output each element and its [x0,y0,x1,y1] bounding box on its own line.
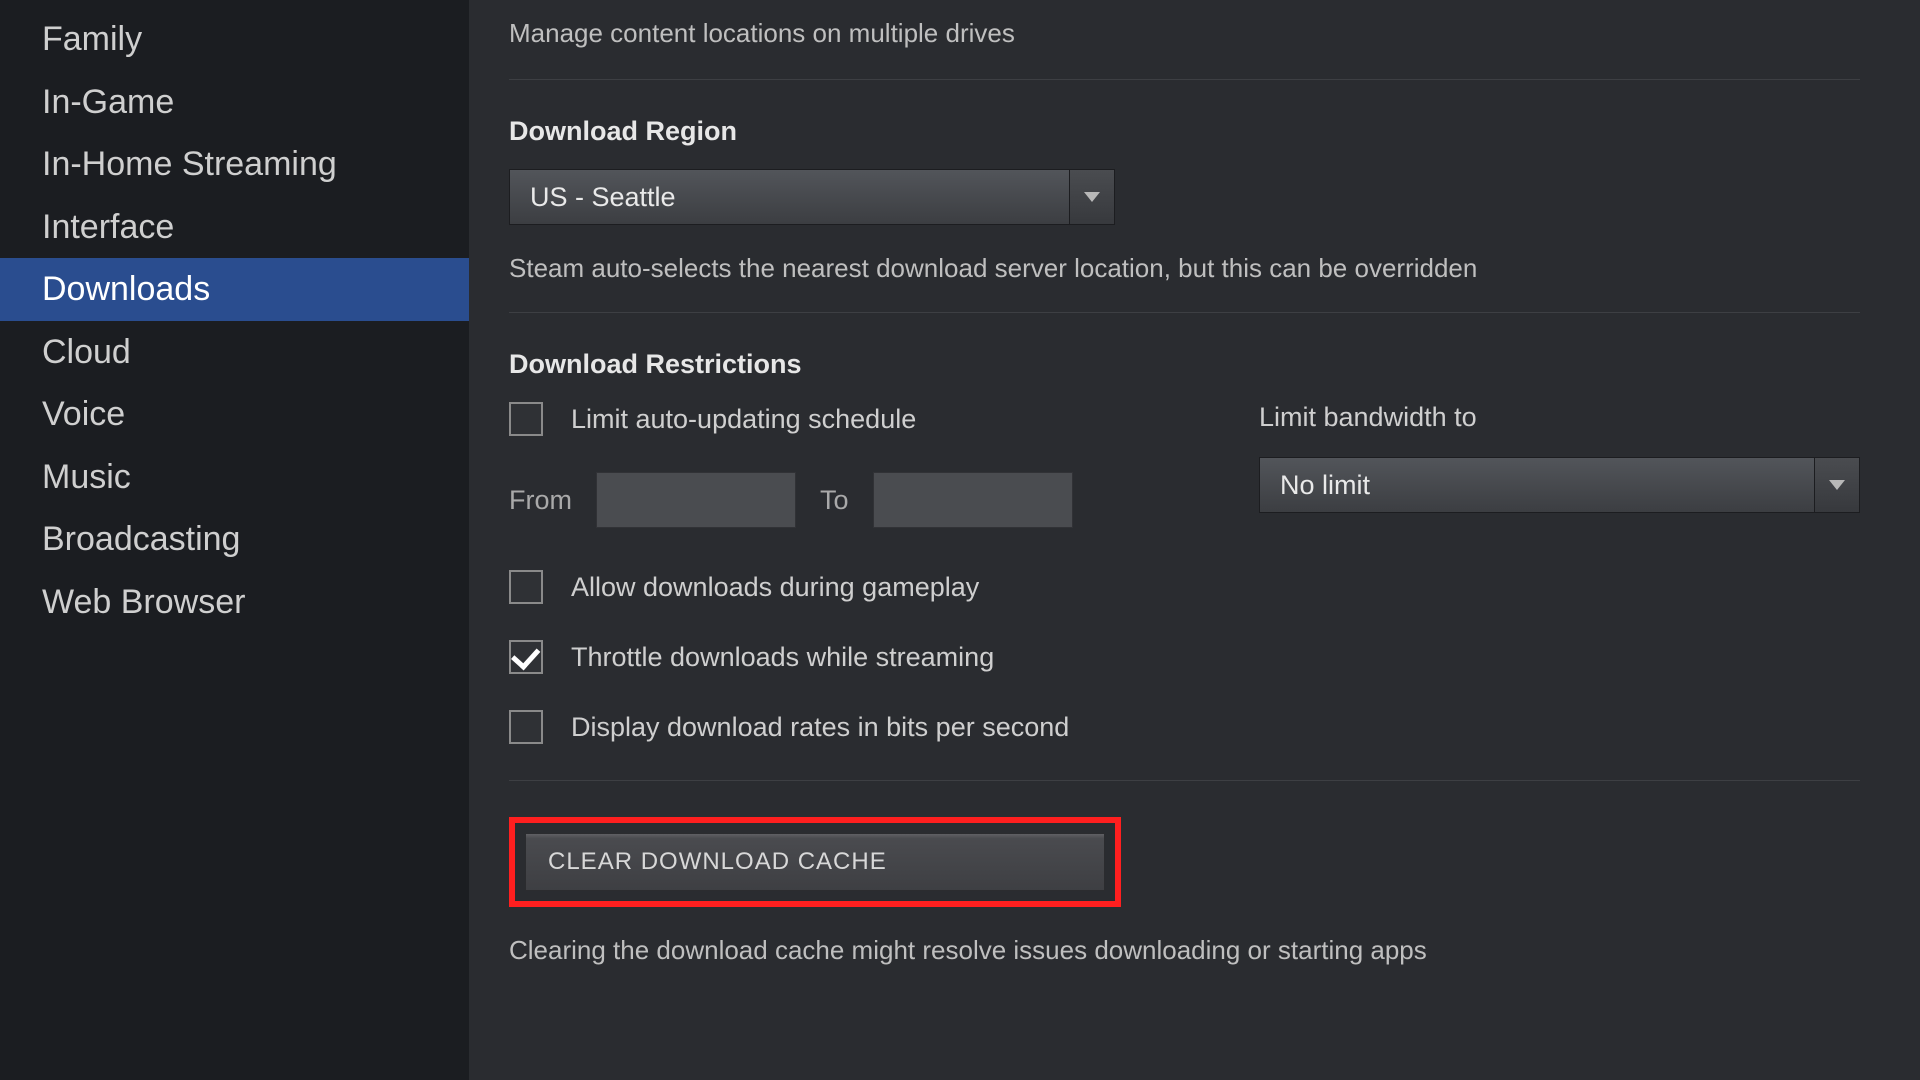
download-restrictions-title: Download Restrictions [509,349,1860,380]
divider [509,780,1860,781]
restrictions-row: Limit auto-updating schedule From To Lim… [509,402,1860,570]
sidebar-item-family[interactable]: Family [0,8,469,71]
from-label: From [509,485,572,516]
download-region-dropdown[interactable]: US - Seattle [509,169,1115,225]
annotation-highlight: CLEAR DOWNLOAD CACHE [509,817,1121,907]
clear-cache-section: CLEAR DOWNLOAD CACHE Clearing the downlo… [509,817,1860,966]
sidebar-item-downloads[interactable]: Downloads [0,258,469,321]
restrictions-left-column: Limit auto-updating schedule From To [509,402,1169,570]
display-bits-label: Display download rates in bits per secon… [571,712,1069,743]
throttle-streaming-checkbox[interactable] [509,640,543,674]
download-region-title: Download Region [509,116,1860,147]
divider [509,312,1860,313]
restrictions-right-column: Limit bandwidth to No limit [1259,402,1860,541]
dropdown-arrow-icon [1069,169,1115,225]
settings-window: Family In-Game In-Home Streaming Interfa… [0,0,1920,1080]
sidebar-item-voice[interactable]: Voice [0,383,469,446]
throttle-streaming-row: Throttle downloads while streaming [509,640,1860,674]
limit-schedule-label: Limit auto-updating schedule [571,404,916,435]
dropdown-arrow-icon [1814,457,1860,513]
display-bits-row: Display download rates in bits per secon… [509,710,1860,744]
bandwidth-value: No limit [1259,457,1814,513]
limit-schedule-checkbox[interactable] [509,402,543,436]
to-label: To [820,485,849,516]
throttle-streaming-label: Throttle downloads while streaming [571,642,994,673]
divider [509,79,1860,80]
sidebar-item-web-browser[interactable]: Web Browser [0,571,469,634]
schedule-time-row: From To [509,472,1169,528]
to-time-input[interactable] [873,472,1073,528]
download-region-value: US - Seattle [509,169,1069,225]
limit-bandwidth-title: Limit bandwidth to [1259,402,1860,433]
sidebar-item-in-game[interactable]: In-Game [0,71,469,134]
sidebar-item-interface[interactable]: Interface [0,196,469,259]
content-locations-description: Manage content locations on multiple dri… [509,18,1860,49]
display-bits-checkbox[interactable] [509,710,543,744]
allow-downloads-gameplay-row: Allow downloads during gameplay [509,570,1860,604]
allow-downloads-gameplay-label: Allow downloads during gameplay [571,572,979,603]
allow-downloads-gameplay-checkbox[interactable] [509,570,543,604]
sidebar-item-cloud[interactable]: Cloud [0,321,469,384]
download-region-hint: Steam auto-selects the nearest download … [509,253,1860,284]
clear-cache-hint: Clearing the download cache might resolv… [509,935,1860,966]
limit-schedule-row: Limit auto-updating schedule [509,402,1169,436]
sidebar-item-music[interactable]: Music [0,446,469,509]
bandwidth-dropdown[interactable]: No limit [1259,457,1860,513]
clear-download-cache-button[interactable]: CLEAR DOWNLOAD CACHE [525,833,1105,891]
sidebar-item-broadcasting[interactable]: Broadcasting [0,508,469,571]
from-time-input[interactable] [596,472,796,528]
sidebar-item-in-home-streaming[interactable]: In-Home Streaming [0,133,469,196]
settings-sidebar: Family In-Game In-Home Streaming Interfa… [0,0,469,1080]
downloads-panel: Manage content locations on multiple dri… [469,0,1920,1080]
